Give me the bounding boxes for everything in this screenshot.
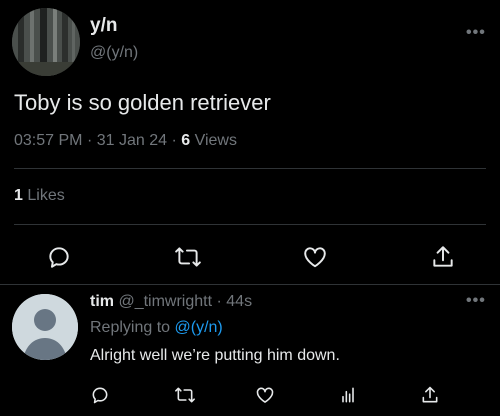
- default-avatar-icon: [12, 294, 78, 360]
- meta-separator: ·: [216, 293, 222, 310]
- views-count: 6: [181, 132, 191, 149]
- divider: [14, 224, 486, 225]
- reply-text: Alright well we’re putting him down.: [90, 347, 340, 364]
- divider: [14, 168, 486, 169]
- likes-row[interactable]: 1 Likes: [14, 187, 65, 205]
- replying-to: Replying to @(y/n): [90, 319, 223, 337]
- reply-icon: [49, 247, 69, 268]
- more-options-icon[interactable]: •••: [466, 292, 486, 310]
- likes-count: 1: [14, 187, 23, 204]
- meta-separator: ·: [86, 132, 93, 149]
- more-options-icon[interactable]: •••: [466, 24, 486, 42]
- tweet-text: Toby is so golden retriever: [14, 90, 271, 115]
- like-icon: [256, 387, 274, 403]
- views-label: Views: [194, 132, 237, 149]
- reply-author-avatar[interactable]: [12, 294, 78, 360]
- reply-reply-button[interactable]: [90, 385, 110, 405]
- author-name[interactable]: y/n: [90, 15, 117, 37]
- meta-separator: ·: [171, 132, 177, 149]
- reply-button[interactable]: [46, 244, 72, 270]
- reply-header: tim @_timwrightt · 44s: [90, 293, 252, 311]
- tweet-meta: 03:57 PM · 31 Jan 24 · 6 Views: [14, 132, 237, 150]
- replying-prefix: Replying to: [90, 319, 171, 336]
- replying-mention[interactable]: @(y/n): [175, 319, 223, 336]
- forest-photo-icon: [12, 8, 80, 76]
- share-icon: [433, 246, 453, 267]
- retweet-button[interactable]: [174, 244, 202, 270]
- retweet-icon: [175, 387, 195, 403]
- likes-label: Likes: [27, 187, 65, 204]
- divider: [0, 284, 500, 285]
- reply-share-button[interactable]: [420, 385, 440, 405]
- reply-age[interactable]: 44s: [226, 293, 252, 310]
- like-icon: [304, 247, 326, 268]
- reply-icon: [92, 387, 108, 404]
- tweet-date[interactable]: 31 Jan 24: [97, 132, 167, 149]
- reply-views-button[interactable]: [338, 385, 358, 405]
- author-avatar[interactable]: [12, 8, 80, 76]
- views-icon: [342, 387, 354, 403]
- share-button[interactable]: [430, 244, 456, 270]
- tweet-time[interactable]: 03:57 PM: [14, 132, 82, 149]
- share-icon: [422, 386, 438, 403]
- like-button[interactable]: [302, 244, 328, 270]
- reply-author-name[interactable]: tim: [90, 293, 114, 310]
- author-handle[interactable]: @(y/n): [90, 44, 138, 62]
- retweet-icon: [175, 247, 201, 267]
- reply-like-button[interactable]: [255, 385, 275, 405]
- reply-author-handle[interactable]: @_timwrightt: [118, 293, 212, 310]
- reply-retweet-button[interactable]: [174, 385, 196, 405]
